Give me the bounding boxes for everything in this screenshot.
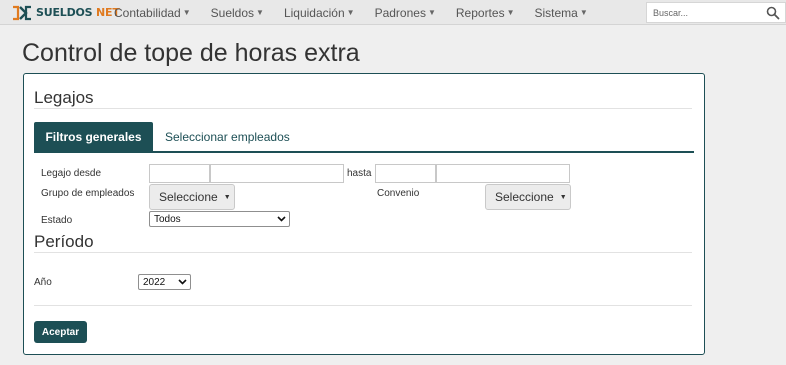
periodo-section-title: Período [34,232,94,251]
legajos-tabs: Filtros generales Seleccionar empleados [34,122,694,153]
convenio-dropdown-label: Seleccione [495,190,554,204]
estado-select-value: Todos [154,213,181,225]
legajo-desde-code-input[interactable] [149,164,210,183]
anio-select-value: 2022 [143,276,166,288]
anio-select[interactable]: 2022 [138,274,191,290]
menu-sueldos[interactable]: Sueldos ▼ [201,0,274,25]
menu-padrones[interactable]: Padrones ▼ [365,0,446,25]
legajo-hasta-name-input[interactable] [436,164,570,183]
menu-liquidacion[interactable]: Liquidación ▼ [274,0,365,25]
grupo-empleados-dropdown[interactable]: Seleccione ▼ [149,184,235,210]
grupo-empleados-dropdown-label: Seleccione [159,190,218,204]
logo-icon [13,5,31,20]
tab-seleccionar-empleados[interactable]: Seleccionar empleados [165,122,290,151]
grupo-empleados-label: Grupo de empleados [41,188,135,199]
legajos-section-title: Legajos [34,88,94,107]
caret-down-icon: ▼ [579,8,588,17]
caret-down-icon: ▼ [559,193,567,201]
tab-filtros-generales[interactable]: Filtros generales [34,122,153,151]
hasta-label: hasta [347,168,372,179]
anio-label: Año [34,277,52,288]
menu-reportes[interactable]: Reportes ▼ [446,0,525,25]
legajo-desde-label: Legajo desde [41,168,102,179]
caret-down-icon: ▼ [346,8,355,17]
legajo-desde-name-input[interactable] [210,164,344,183]
caret-down-icon: ▼ [506,8,515,17]
top-navbar: SUELDOS NET Contabilidad ▼ Sueldos ▼ Liqui… [0,0,786,25]
menu-sistema[interactable]: Sistema ▼ [525,0,598,25]
caret-down-icon: ▼ [182,8,191,17]
convenio-dropdown[interactable]: Seleccione ▼ [485,184,571,210]
main-menu: Contabilidad ▼ Sueldos ▼ Liquidación ▼ Padr… [104,0,598,25]
search-icon[interactable] [766,6,780,20]
periodo-divider [34,252,692,253]
caret-down-icon: ▼ [427,8,436,17]
menu-contabilidad[interactable]: Contabilidad ▼ [104,0,201,25]
caret-down-icon: ▼ [256,8,264,17]
filters-panel: Legajos Filtros generales Seleccionar em… [23,73,705,355]
actions-divider [34,305,692,306]
page-title: Control de tope de horas extra [22,39,360,67]
menu-contabilidad-label: Contabilidad [114,5,181,20]
chevron-down-icon [178,279,187,285]
chevron-down-icon [277,216,286,222]
aceptar-button[interactable]: Aceptar [34,321,87,343]
menu-liquidacion-label: Liquidación [283,5,345,20]
estado-select[interactable]: Todos [149,211,290,227]
caret-down-icon: ▼ [223,193,231,201]
logo-text-main: SUELDOS [36,6,93,19]
legajos-divider [34,108,692,109]
menu-sistema-label: Sistema [534,5,578,20]
convenio-label: Convenio [377,188,420,199]
menu-padrones-label: Padrones [374,5,426,20]
search-box [646,2,786,23]
search-input[interactable] [647,3,763,22]
estado-label: Estado [41,215,73,226]
menu-reportes-label: Reportes [455,5,505,20]
menu-sueldos-label: Sueldos [210,5,255,20]
legajo-hasta-code-input[interactable] [375,164,436,183]
